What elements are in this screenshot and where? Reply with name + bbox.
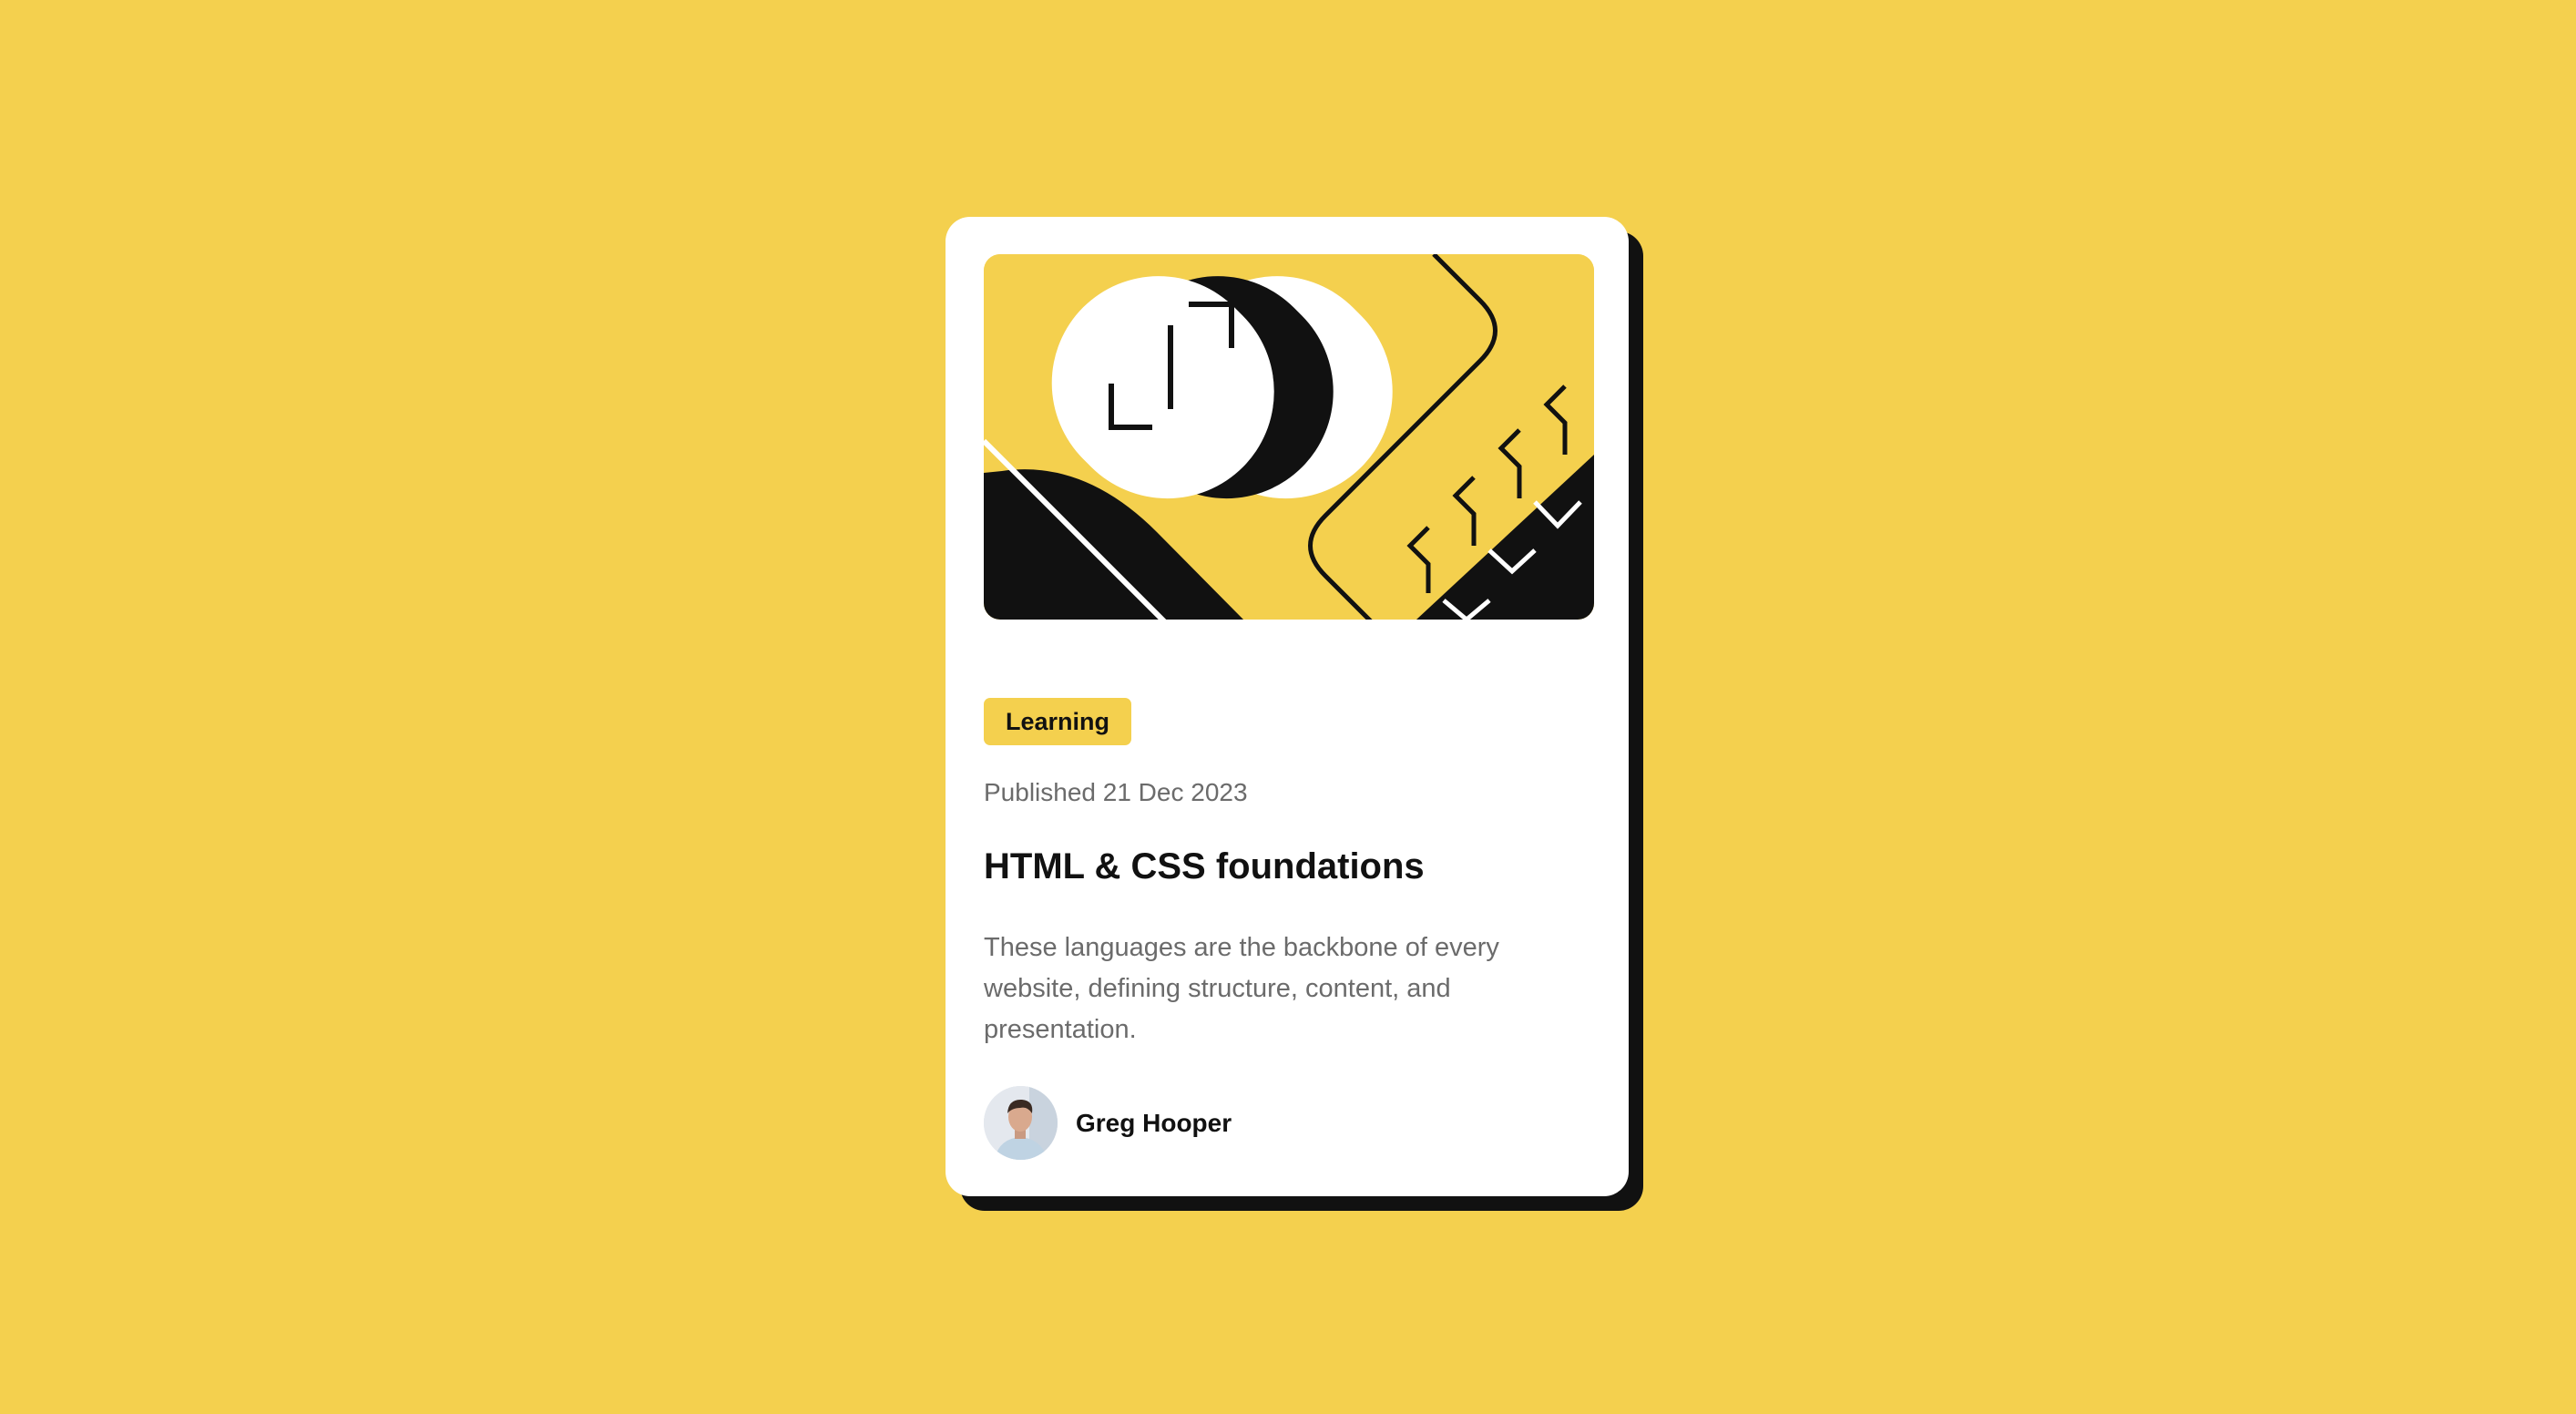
card-description: These languages are the backbone of ever…: [984, 933, 1499, 1044]
blog-preview-card[interactable]: Learning Published 21 Dec 2023 HTML & CS…: [946, 217, 1629, 1196]
published-date: Published 21 Dec 2023: [984, 778, 1248, 806]
card-title[interactable]: HTML & CSS foundations: [984, 845, 1425, 888]
code-illustration-icon: [984, 254, 1594, 620]
avatar: [984, 1086, 1058, 1160]
category-tag[interactable]: Learning: [984, 698, 1132, 745]
hero-illustration: [984, 254, 1594, 620]
page-background: Learning Published 21 Dec 2023 HTML & CS…: [0, 0, 2576, 1414]
author-avatar-icon: [984, 1086, 1058, 1160]
author[interactable]: Greg Hooper: [984, 1086, 1232, 1160]
author-name[interactable]: Greg Hooper: [1076, 1109, 1232, 1138]
